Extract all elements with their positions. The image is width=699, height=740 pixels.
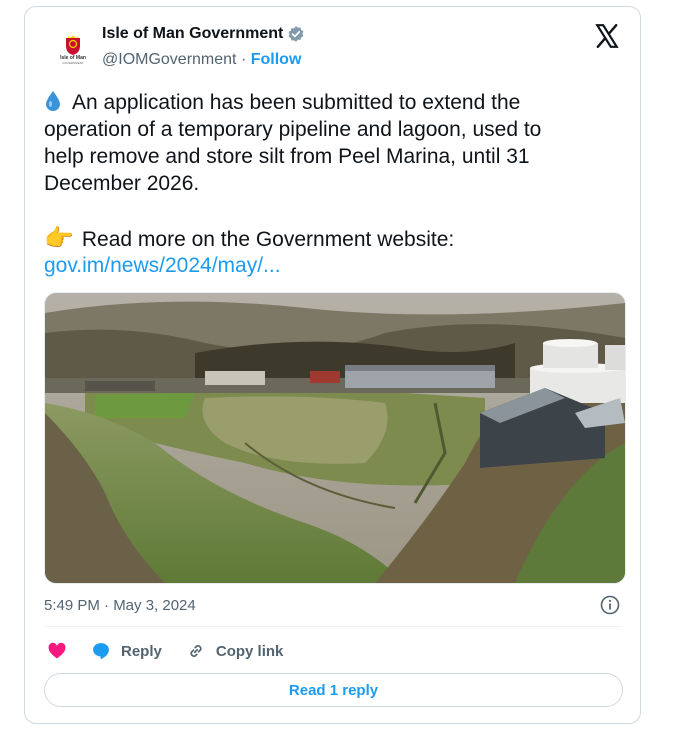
read-more-text: Read more on the Government website: bbox=[81, 228, 455, 251]
tweet-card: Isle of Man GOVERNMENT Isle of Man Gover… bbox=[24, 6, 641, 724]
copy-link-button[interactable]: Copy link bbox=[186, 641, 284, 661]
reply-button[interactable]: Reply bbox=[91, 641, 162, 661]
reply-label: Reply bbox=[121, 642, 162, 660]
tweet-photo[interactable] bbox=[44, 292, 626, 584]
info-icon[interactable] bbox=[600, 595, 620, 615]
heart-icon bbox=[48, 642, 66, 659]
account-name[interactable]: Isle of Man Government bbox=[102, 25, 283, 43]
verified-badge-icon bbox=[288, 26, 304, 42]
follow-button[interactable]: Follow bbox=[251, 51, 302, 68]
crest-icon bbox=[66, 35, 80, 55]
pointing-hand-icon: 👉 bbox=[44, 225, 74, 252]
read-more-line: 👉 Read more on the Government website: bbox=[44, 225, 454, 253]
tweet-link[interactable]: gov.im/news/2024/may/... bbox=[44, 252, 281, 279]
x-logo-icon[interactable] bbox=[594, 23, 620, 49]
divider bbox=[44, 626, 621, 627]
like-button[interactable] bbox=[47, 641, 67, 661]
read-replies-button[interactable]: Read 1 reply bbox=[44, 673, 623, 707]
account-handle[interactable]: @IOMGovernment bbox=[102, 51, 237, 68]
tweet-paragraph: An application has been submitted to ext… bbox=[44, 91, 542, 195]
tweet-body: An application has been submitted to ext… bbox=[44, 89, 604, 197]
copy-link-label: Copy link bbox=[215, 642, 284, 660]
separator: · bbox=[240, 51, 247, 68]
name-row: Isle of Man Government bbox=[102, 25, 305, 43]
droplet-icon bbox=[46, 91, 60, 111]
avatar-subtext: GOVERNMENT bbox=[62, 60, 84, 65]
reply-bubble-icon bbox=[93, 643, 109, 660]
tweet-timestamp[interactable]: 5:49 PM · May 3, 2024 bbox=[44, 597, 196, 614]
handle-row: @IOMGovernment · Follow bbox=[102, 51, 301, 69]
photo-landscape bbox=[45, 293, 625, 583]
action-bar: Reply Copy link bbox=[47, 639, 307, 663]
avatar[interactable]: Isle of Man GOVERNMENT bbox=[53, 29, 93, 69]
link-icon bbox=[190, 645, 202, 657]
